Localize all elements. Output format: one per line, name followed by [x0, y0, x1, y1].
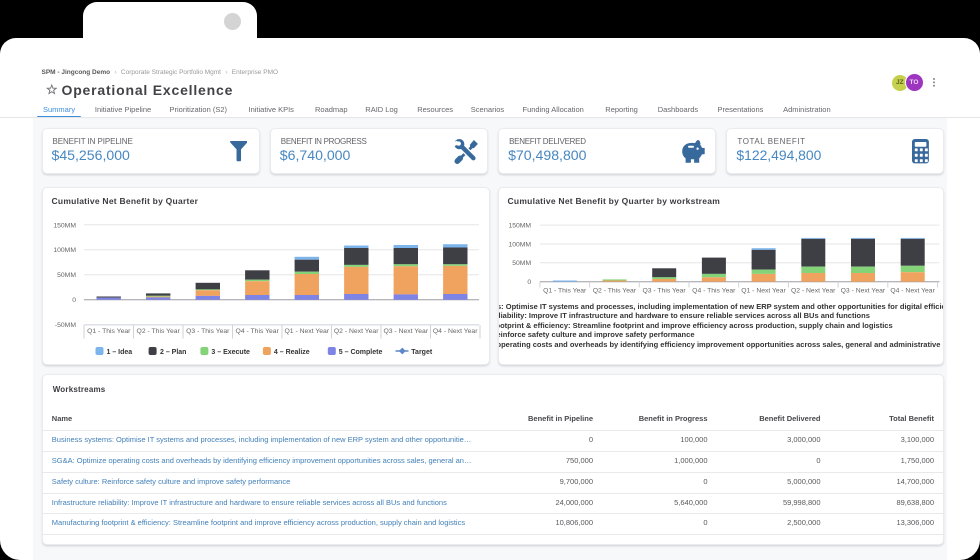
svg-text:Q4 - This Year: Q4 - This Year: [235, 328, 279, 335]
svg-text:150MM: 150MM: [53, 222, 76, 229]
svg-text:5 – Complete: 5 – Complete: [338, 349, 382, 356]
svg-text:Q2 - This Year: Q2 - This Year: [136, 328, 180, 335]
svg-text:Q3 - Next Year: Q3 - Next Year: [840, 287, 885, 294]
svg-text:Q3 - Next Year: Q3 - Next Year: [383, 328, 428, 335]
svg-text:3 – Execute: 3 – Execute: [211, 349, 250, 356]
svg-text:150MM: 150MM: [508, 223, 531, 230]
svg-text:Q2 - Next Year: Q2 - Next Year: [333, 328, 378, 335]
svg-text:Q2 - Next Year: Q2 - Next Year: [790, 287, 835, 294]
svg-text:100MM: 100MM: [53, 247, 76, 254]
svg-text:Target: Target: [411, 349, 433, 356]
svg-text:Q1 - Next Year: Q1 - Next Year: [284, 328, 329, 335]
svg-text:Q4 - This Year: Q4 - This Year: [692, 287, 736, 294]
svg-text:50MM: 50MM: [57, 272, 76, 279]
svg-text:Q4 - Next Year: Q4 - Next Year: [890, 287, 935, 294]
svg-text:Q1 - Next Year: Q1 - Next Year: [741, 287, 786, 294]
svg-text:-50MM: -50MM: [54, 322, 75, 329]
svg-text:0: 0: [527, 279, 531, 286]
svg-text:Q3 - This Year: Q3 - This Year: [186, 328, 230, 335]
svg-text:Q1 - This Year: Q1 - This Year: [87, 328, 131, 335]
svg-text:Q4 - Next Year: Q4 - Next Year: [432, 328, 477, 335]
svg-text:0: 0: [72, 297, 76, 304]
svg-text:Q2 - This Year: Q2 - This Year: [592, 287, 636, 294]
svg-text:Q1 - This Year: Q1 - This Year: [543, 287, 587, 294]
svg-text:2 – Plan: 2 – Plan: [160, 349, 186, 356]
svg-text:50MM: 50MM: [512, 260, 531, 267]
svg-text:4 – Realize: 4 – Realize: [273, 349, 309, 356]
svg-text:1 – Idea: 1 – Idea: [106, 349, 132, 356]
svg-text:100MM: 100MM: [508, 241, 531, 248]
svg-text:Q3 - This Year: Q3 - This Year: [642, 287, 686, 294]
